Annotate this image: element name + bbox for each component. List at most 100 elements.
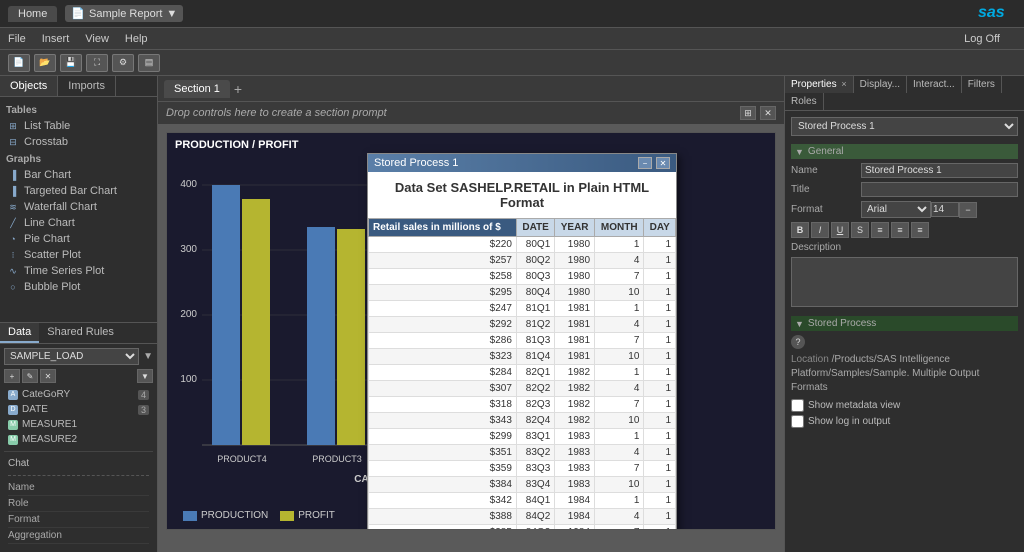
tab-objects[interactable]: Objects <box>0 76 58 96</box>
sp-col-month: MONTH <box>595 219 644 237</box>
table-cell: 1 <box>595 301 644 317</box>
add-section-button[interactable]: + <box>234 81 242 97</box>
table-cell: 1 <box>644 413 676 429</box>
sas-logo: sas <box>976 1 1016 26</box>
datasource-row: SAMPLE_LOAD ▼ <box>4 348 153 365</box>
table-cell: $220 <box>369 237 517 253</box>
table-cell: $286 <box>369 333 517 349</box>
sp-minimize-button[interactable]: − <box>638 157 652 169</box>
scatter-plot-item[interactable]: ⁝ Scatter Plot <box>0 247 157 263</box>
prop-title-row: Title <box>791 182 1018 197</box>
datasource-select[interactable]: SAMPLE_LOAD <box>4 348 139 365</box>
logout-link[interactable]: Log Off <box>964 33 1000 45</box>
table-cell: 84Q3 <box>516 525 554 531</box>
table-cell: 1 <box>644 285 676 301</box>
font-size-decrement[interactable]: − <box>959 202 977 218</box>
strikethrough-button[interactable]: S <box>851 222 869 238</box>
font-size-input[interactable] <box>931 202 959 217</box>
description-textarea[interactable] <box>791 257 1018 307</box>
menu-help[interactable]: Help <box>125 33 148 45</box>
tab-shared-rules[interactable]: Shared Rules <box>39 323 122 343</box>
general-header[interactable]: ▼ General <box>791 144 1018 159</box>
table-cell: $299 <box>369 429 517 445</box>
datasource-arrow[interactable]: ▼ <box>143 351 153 362</box>
field-date[interactable]: D DATE 3 <box>4 402 153 417</box>
align-left-button[interactable]: ≡ <box>871 222 889 238</box>
stored-process-popup: Stored Process 1 − ✕ Data Set SASHELP.RE… <box>367 153 677 530</box>
table-cell: $351 <box>369 445 517 461</box>
list-table-item[interactable]: ⊞ List Table <box>0 118 157 134</box>
show-metadata-checkbox[interactable] <box>791 399 804 412</box>
prop-aggregation: Aggregation <box>8 528 149 544</box>
table-cell: 1 <box>644 525 676 531</box>
table-row: $24781Q1198111 <box>369 301 676 317</box>
prop-name-input[interactable] <box>861 163 1018 178</box>
data-btn-add[interactable]: + <box>4 369 20 383</box>
table-row: $32381Q41981101 <box>369 349 676 365</box>
chat-item[interactable]: Chat <box>4 456 153 471</box>
field-props: Name Role Format Aggregation <box>4 471 153 548</box>
tab-roles[interactable]: Roles <box>785 93 824 110</box>
sp-close-button[interactable]: ✕ <box>656 157 670 169</box>
bar-chart-item[interactable]: ▐ Bar Chart <box>0 167 157 183</box>
line-chart-item[interactable]: ╱ Line Chart <box>0 215 157 231</box>
tab-imports[interactable]: Imports <box>58 76 116 96</box>
toolbar-new[interactable]: 📄 <box>8 54 30 72</box>
menu-insert[interactable]: Insert <box>42 33 70 45</box>
table-row: $35183Q2198341 <box>369 445 676 461</box>
table-cell: 1981 <box>555 317 595 333</box>
right-object-select[interactable]: Stored Process 1 <box>791 117 1018 136</box>
align-right-button[interactable]: ≡ <box>911 222 929 238</box>
field-measure1[interactable]: M MEASURE1 <box>4 417 153 432</box>
toolbar-fullscreen[interactable]: ⛶ <box>86 54 108 72</box>
targeted-bar-chart-item[interactable]: ▐ Targeted Bar Chart <box>0 183 157 199</box>
table-row: $25780Q2198041 <box>369 253 676 269</box>
underline-button[interactable]: U <box>831 222 849 238</box>
section-tab-1[interactable]: Section 1 <box>164 80 230 98</box>
field-measure2[interactable]: M MEASURE2 <box>4 432 153 447</box>
data-btn-delete[interactable]: ✕ <box>40 369 56 383</box>
bubble-plot-item[interactable]: ○ Bubble Plot <box>0 279 157 295</box>
menu-view[interactable]: View <box>85 33 109 45</box>
tab-properties[interactable]: Properties × <box>785 76 854 93</box>
prop-format-row: Format Arial − <box>791 201 1018 218</box>
table-row: $30782Q2198241 <box>369 381 676 397</box>
toolbar-save[interactable]: 💾 <box>60 54 82 72</box>
toolbar-open[interactable]: 📂 <box>34 54 56 72</box>
bold-button[interactable]: B <box>791 222 809 238</box>
tab-data[interactable]: Data <box>0 323 39 343</box>
svg-text:PRODUCT4: PRODUCT4 <box>217 454 267 464</box>
properties-tab-close[interactable]: × <box>841 79 846 89</box>
section-icon-2[interactable]: ✕ <box>760 106 776 120</box>
toolbar-settings[interactable]: ⚙ <box>112 54 134 72</box>
table-cell: 7 <box>595 525 644 531</box>
data-btn-edit[interactable]: ✎ <box>22 369 38 383</box>
tab-display[interactable]: Display... <box>854 76 907 93</box>
sp-help-button[interactable]: ? <box>791 335 805 349</box>
show-log-checkbox[interactable] <box>791 415 804 428</box>
bubble-icon: ○ <box>6 281 20 293</box>
table-cell: 1983 <box>555 445 595 461</box>
home-button[interactable]: Home <box>8 6 57 22</box>
align-center-button[interactable]: ≡ <box>891 222 909 238</box>
tab-interact[interactable]: Interact... <box>907 76 962 93</box>
table-cell: 82Q1 <box>516 365 554 381</box>
sp-section-header[interactable]: ▼ Stored Process <box>791 316 1018 331</box>
toolbar-extra[interactable]: ▤ <box>138 54 160 72</box>
table-cell: 83Q3 <box>516 461 554 477</box>
italic-button[interactable]: I <box>811 222 829 238</box>
pie-chart-item[interactable]: ◔ Pie Chart <box>0 231 157 247</box>
table-cell: $295 <box>369 285 517 301</box>
field-category[interactable]: A CateGoRY 4 <box>4 387 153 402</box>
font-select[interactable]: Arial <box>861 201 931 218</box>
time-series-item[interactable]: ∿ Time Series Plot <box>0 263 157 279</box>
waterfall-chart-item[interactable]: ≋ Waterfall Chart <box>0 199 157 215</box>
data-btn-filter[interactable]: ▼ <box>137 369 153 383</box>
prop-title-input[interactable] <box>861 182 1018 197</box>
table-cell: 1 <box>644 237 676 253</box>
tab-filters[interactable]: Filters <box>962 76 1002 93</box>
section-content: Drop controls here to create a section p… <box>158 102 784 552</box>
crosstab-item[interactable]: ⊟ Crosstab <box>0 134 157 150</box>
section-icon-1[interactable]: ⊞ <box>740 106 756 120</box>
menu-file[interactable]: File <box>8 33 26 45</box>
